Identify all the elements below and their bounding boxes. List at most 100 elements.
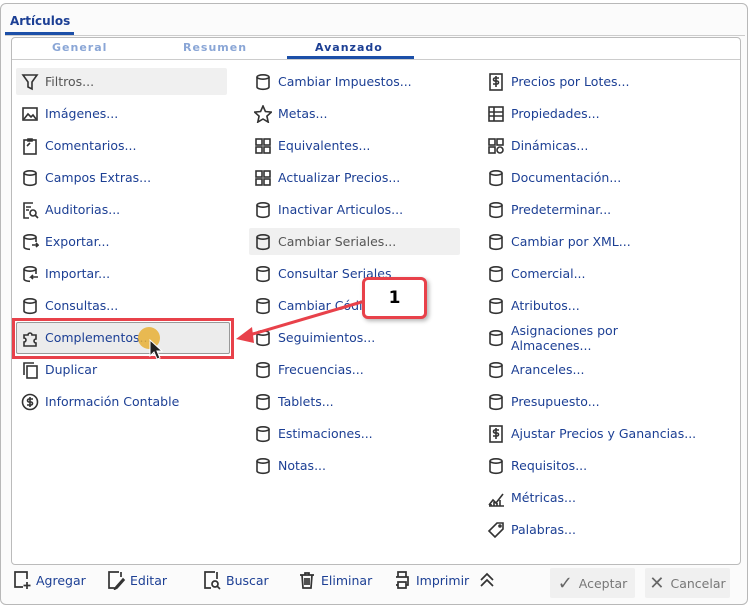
collapse-button[interactable] <box>477 570 501 590</box>
menu-item-label: Predeterminar... <box>511 202 612 217</box>
menu-item-cambiar-seriales[interactable]: Cambiar Seriales... <box>249 228 460 255</box>
menu-item-presupuesto[interactable]: Presupuesto... <box>482 388 702 415</box>
database-icon <box>486 456 506 476</box>
menu-item-seguimientos[interactable]: Seguimientos... <box>249 324 460 351</box>
menu-item-aranceles[interactable]: Aranceles... <box>482 356 702 383</box>
menu-item-frecuencias[interactable]: Frecuencias... <box>249 356 460 383</box>
menu-item-imagenes[interactable]: Imágenes... <box>16 100 227 127</box>
trash-icon <box>300 572 314 589</box>
menu-item-tablets[interactable]: Tablets... <box>249 388 460 415</box>
menu-item-label: Requisitos... <box>511 458 588 473</box>
edit-button[interactable]: Editar <box>106 570 167 590</box>
menu-item-label: Atributos... <box>511 298 580 313</box>
audit-icon <box>20 200 40 220</box>
print-button[interactable]: Imprimir <box>392 570 469 590</box>
database-icon <box>486 296 506 316</box>
tab-avanzado[interactable]: Avanzado <box>315 41 383 54</box>
menu-item-dinamicas[interactable]: Dinámicas... <box>482 132 702 159</box>
database-icon <box>486 168 506 188</box>
menu-item-estimaciones[interactable]: Estimaciones... <box>249 420 460 447</box>
menu-item-equivalentes[interactable]: Equivalentes... <box>249 132 460 159</box>
tab-resumen[interactable]: Resumen <box>183 41 247 54</box>
menu-item-label: Ajustar Precios y Ganancias... <box>511 426 697 441</box>
menu-item-propiedades[interactable]: Propiedades... <box>482 100 702 127</box>
menu-item-atributos[interactable]: Atributos... <box>482 292 702 319</box>
close-icon: ✕ <box>649 572 665 594</box>
cancel-button[interactable]: ✕ Cancelar <box>645 568 730 598</box>
menu-item-inactivar-articulos[interactable]: Inactivar Articulos... <box>249 196 460 223</box>
menu-item-notas[interactable]: Notas... <box>249 452 460 479</box>
menu-item-label: Métricas... <box>511 490 576 505</box>
menu-item-requisitos[interactable]: Requisitos... <box>482 452 702 479</box>
grid-icon <box>253 168 273 188</box>
list-icon <box>486 104 506 124</box>
menu-item-cambiar-por-xml[interactable]: Cambiar por XML... <box>482 228 702 255</box>
database-icon <box>20 296 40 316</box>
star-icon <box>253 104 273 124</box>
menu-item-comercial[interactable]: Comercial... <box>482 260 702 287</box>
menu-item-label: Estimaciones... <box>278 426 373 441</box>
tab-general[interactable]: General <box>52 41 107 54</box>
add-label: Agregar <box>36 572 86 588</box>
menu-item-ajustar-precios-y-ganancias[interactable]: Ajustar Precios y Ganancias... <box>482 420 702 447</box>
menu-item-label: Equivalentes... <box>278 138 371 153</box>
menu-item-exportar[interactable]: Exportar... <box>16 228 227 255</box>
edit-icon <box>108 571 126 590</box>
menu-item-label: Presupuesto... <box>511 394 600 409</box>
dollar-square-icon <box>486 72 506 92</box>
clipboard-icon <box>20 136 40 156</box>
menu-item-auditorias[interactable]: Auditorias... <box>16 196 227 223</box>
menu-item-label: Cambiar Códi <box>278 298 363 313</box>
accept-button[interactable]: ✓ Aceptar <box>550 568 635 598</box>
menu-item-label: Actualizar Precios... <box>278 170 401 185</box>
menu-item-cambiar-impuestos[interactable]: Cambiar Impuestos... <box>249 68 460 95</box>
menu-item-label: Información Contable <box>45 394 180 409</box>
subtabs: General Resumen Avanzado <box>12 38 740 60</box>
menu-item-filtros[interactable]: Filtros... <box>16 68 227 95</box>
menu-item-label: Cambiar Seriales... <box>278 234 397 249</box>
menu-item-campos-extras[interactable]: Campos Extras... <box>16 164 227 191</box>
chart-icon <box>486 488 506 508</box>
database-icon <box>253 456 273 476</box>
menu-item-palabras[interactable]: Palabras... <box>482 516 702 543</box>
database-icon <box>20 168 40 188</box>
add-icon <box>14 571 31 589</box>
menu-item-label: Comentarios... <box>45 138 137 153</box>
menu-item-comentarios[interactable]: Comentarios... <box>16 132 227 159</box>
menu-item-cambiar-codi[interactable]: Cambiar Códi <box>249 292 460 319</box>
menu-item-actualizar-precios[interactable]: Actualizar Precios... <box>249 164 460 191</box>
menu-item-duplicar[interactable]: Duplicar <box>16 356 227 383</box>
subtab-active-indicator <box>287 56 414 59</box>
menu-item-predeterminar[interactable]: Predeterminar... <box>482 196 702 223</box>
menu-item-consultas[interactable]: Consultas... <box>16 292 227 319</box>
menu-item-label: Palabras... <box>511 522 576 537</box>
menu-item-label: Tablets... <box>278 394 334 409</box>
menu-item-label: Propiedades... <box>511 106 600 121</box>
accept-label: Aceptar <box>578 575 628 591</box>
menu-item-label: Asignaciones por Almacenes... <box>510 322 618 353</box>
menu-item-metricas[interactable]: Métricas... <box>482 484 702 511</box>
menu-item-importar[interactable]: Importar... <box>16 260 227 287</box>
database-icon <box>486 264 506 284</box>
menu-item-label: Filtros... <box>45 74 95 89</box>
database-icon <box>486 328 506 348</box>
menu-item-label: Cambiar Impuestos... <box>278 74 412 89</box>
database-icon <box>253 296 273 316</box>
search-label: Buscar <box>226 572 269 588</box>
database-icon <box>253 360 273 380</box>
database-icon <box>486 232 506 252</box>
add-button[interactable]: Agregar <box>12 570 86 590</box>
delete-button[interactable]: Eliminar <box>297 570 372 590</box>
menu-item-consultar-seriales[interactable]: Consultar Seriales <box>249 260 460 287</box>
footer-toolbar: Agregar Editar Buscar Eliminar Imprimir … <box>0 568 750 598</box>
menu-item-metas[interactable]: Metas... <box>249 100 460 127</box>
menu-item-informacion-contable[interactable]: Información Contable <box>16 388 227 415</box>
tab-articulos[interactable]: Artículos <box>10 14 70 28</box>
menu-item-asignaciones-por-almacenes[interactable]: Asignaciones por Almacenes... <box>482 322 702 353</box>
menu-item-documentacion[interactable]: Documentación... <box>482 164 702 191</box>
printer-icon <box>396 571 409 589</box>
chevron-double-up-icon <box>480 572 494 587</box>
menu-item-precios-por-lotes[interactable]: Precios por Lotes... <box>482 68 702 95</box>
search-button[interactable]: Buscar <box>202 570 269 590</box>
image-icon <box>20 104 40 124</box>
